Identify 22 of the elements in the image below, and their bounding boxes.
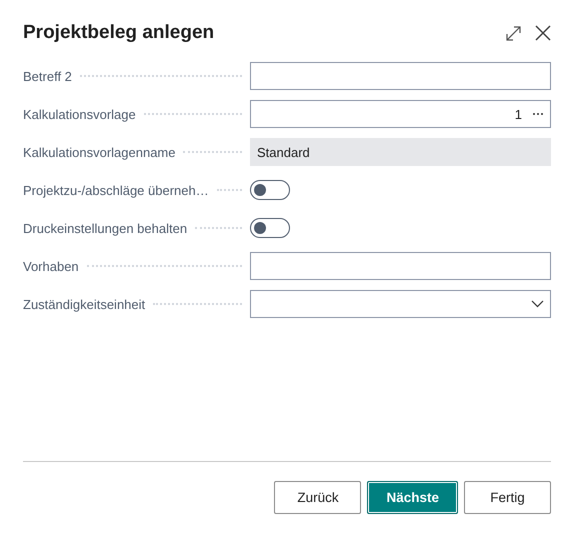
field-label: Vorhaben	[23, 258, 79, 274]
field-label: Projektzu-/abschläge überneh…	[23, 182, 209, 198]
toggle-switch[interactable]	[250, 218, 290, 238]
chevron-down-icon	[531, 300, 544, 308]
readonly-field: Standard	[250, 138, 551, 166]
dropdown-field[interactable]	[250, 290, 551, 318]
field-label: Druckeinstellungen behalten	[23, 220, 188, 236]
field-label: Kalkulationsvorlagenname	[23, 144, 176, 160]
dialog-button[interactable]: Fertig	[464, 481, 551, 514]
lookup-field[interactable]: 1	[250, 100, 551, 128]
close-icon[interactable]	[535, 25, 551, 41]
field-label: Zuständigkeitseinheit	[23, 296, 146, 312]
expand-icon[interactable]	[506, 26, 521, 40]
ellipsis-icon[interactable]	[532, 112, 544, 116]
field-label: Kalkulationsvorlage	[23, 106, 136, 122]
dialog-title: Projektbeleg anlegen	[23, 22, 214, 44]
text-field[interactable]	[250, 252, 551, 280]
text-field[interactable]	[250, 62, 551, 90]
field-label: Betreff 2	[23, 68, 72, 84]
dialog-button[interactable]: Zurück	[274, 481, 362, 514]
next-button[interactable]: Nächste	[367, 481, 458, 514]
toggle-switch[interactable]	[250, 180, 290, 200]
